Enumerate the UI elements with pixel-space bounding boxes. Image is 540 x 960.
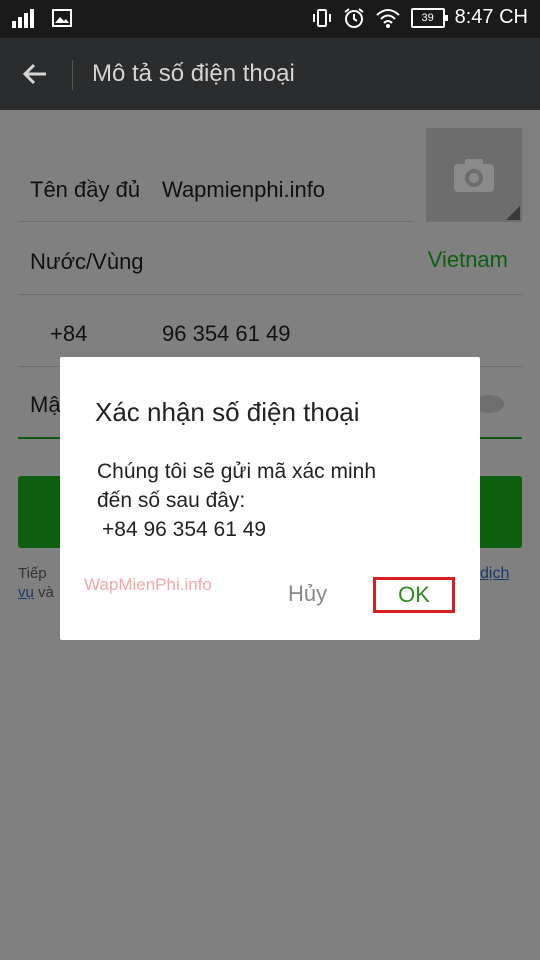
image-icon [52,9,72,27]
terms-link-line2[interactable]: vụ [18,584,34,601]
country-selector[interactable]: Vietnam [428,247,508,273]
terms-text-after: và [38,584,54,601]
fullname-field[interactable]: Wapmienphi.info [162,177,325,203]
confirm-phone-dialog: Xác nhận số điện thoại Chúng tôi sẽ gửi … [60,357,480,640]
divider [18,294,522,295]
arrow-left-icon[interactable] [18,56,54,92]
dialog-message-line2: đến số sau đây: [97,489,246,512]
signal-icon [12,9,34,28]
country-label: Nước/Vùng [30,249,144,274]
battery-icon: 39 [410,7,448,28]
status-bar: 39 8:47 CH [0,0,540,38]
appbar-divider [72,60,73,90]
divider [18,221,414,222]
photo-corner-marker [506,206,520,220]
dialog-message-line1: Chúng tôi sẽ gửi mã xác minh [97,460,377,483]
dialog-title: Xác nhận số điện thoại [95,397,360,427]
clock: 8:47 CH [454,6,528,28]
phone-field[interactable]: 96 354 61 49 [162,321,290,347]
terms-text: Tiếp [18,565,47,582]
terms-text-line2: vụ và [18,584,54,601]
ok-button[interactable]: OK [373,577,455,613]
profile-photo-button[interactable] [426,128,522,222]
vibrate-icon [312,8,331,27]
app-bar: Mô tả số điện thoại [0,38,540,110]
watermark: WapMienPhi.info [84,575,212,594]
dialog-message: Chúng tôi sẽ gửi mã xác minh đến số sau … [97,457,376,544]
page-title: Mô tả số điện thoại [92,60,295,87]
wifi-icon [375,8,400,28]
fullname-label: Tên đầy đủ [30,177,141,202]
cancel-button[interactable]: Hủy [288,581,327,607]
dialog-phone-number: +84 96 354 61 49 [102,518,267,541]
alarm-icon [344,7,364,28]
terms-link[interactable]: dịch [480,565,509,583]
password-label: Mậ [30,392,61,417]
dial-code[interactable]: +84 [50,321,87,347]
